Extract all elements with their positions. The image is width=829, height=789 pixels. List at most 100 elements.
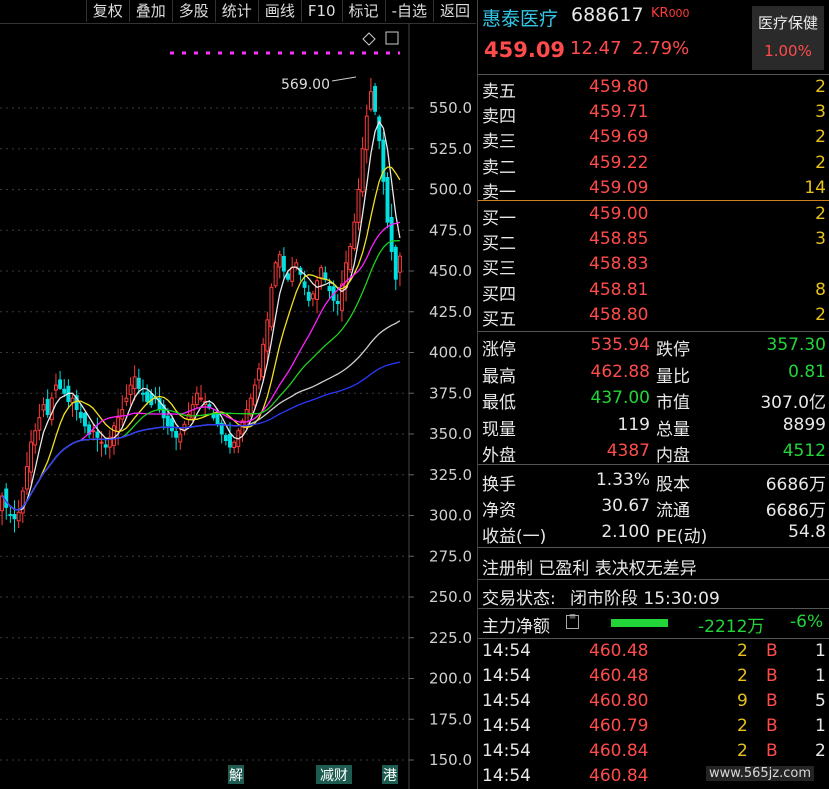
stat-value: 119	[617, 414, 650, 435]
book-volume: 3	[815, 229, 826, 250]
y-tick-label: 550.0	[429, 99, 472, 117]
window-icon[interactable]	[385, 31, 399, 45]
stat-label: PE(动)	[656, 527, 708, 547]
toolbar-button-4[interactable]: 画线	[257, 0, 301, 22]
tick-time: 14:54	[482, 666, 531, 686]
candle-body	[319, 267, 324, 279]
candle-body	[170, 418, 174, 432]
stat-label: 内盘	[656, 446, 690, 466]
book-mid-line	[478, 200, 829, 201]
ma-line-30	[1, 239, 400, 511]
book-volume: 2	[815, 127, 826, 148]
last-price: 459.09	[484, 38, 566, 62]
main-flow: 主力净额 ≡ -2212万 -6%	[482, 612, 824, 637]
candle-body	[368, 91, 373, 110]
ma-line-10	[1, 166, 401, 511]
stat-label: 外盘	[482, 446, 516, 466]
book-price: 459.80	[589, 77, 649, 97]
candle-body	[257, 368, 261, 381]
high-price-label: 569.00	[281, 77, 330, 93]
tick-price: 460.79	[589, 716, 649, 736]
quote-panel: 惠泰医疗 688617 KR000 459.09 12.47 2.79% 医疗保…	[477, 0, 829, 789]
toolbar-button-7[interactable]: -自选	[384, 0, 433, 22]
candle-body	[265, 319, 270, 352]
stat-value: 8899	[782, 414, 826, 435]
candle-body	[302, 281, 307, 288]
stock-name[interactable]: 惠泰医疗	[482, 4, 558, 31]
event-badge[interactable]: 解	[229, 768, 243, 784]
book-label: 卖二	[482, 157, 516, 178]
y-tick-label: 225.0	[429, 629, 472, 647]
stat-label: 跌停	[656, 340, 690, 360]
sector-pct: 1.00%	[764, 42, 812, 60]
stat-label: 量比	[656, 366, 690, 387]
book-label: 买一	[482, 209, 516, 229]
candle-body	[145, 391, 150, 402]
stat-label: 现量	[482, 419, 516, 440]
kline-chart[interactable]: 550.0 525.0 500.0 475.0 450.0 425.0 400.0 375.0…	[0, 24, 476, 789]
tick-time: 14:54	[482, 716, 531, 736]
candle-body	[232, 441, 237, 448]
tick-time: 14:54	[482, 766, 531, 786]
toolbar-button-5[interactable]: F10	[300, 0, 342, 22]
candle-body	[277, 254, 282, 268]
stat-value: 30.67	[601, 496, 650, 516]
tick-count: 1	[815, 716, 826, 736]
toolbar-button-6[interactable]: 标记	[341, 0, 385, 22]
book-price: 459.71	[589, 102, 649, 123]
candle-body	[215, 412, 220, 425]
stat-label: 流通	[656, 501, 690, 521]
candle-body	[248, 397, 253, 416]
tick-count: 1	[815, 641, 826, 661]
y-tick-label: 450.0	[429, 262, 472, 280]
candle-body	[116, 417, 121, 432]
candle-body	[83, 412, 87, 427]
candle-body	[223, 435, 228, 442]
stat-value: 6686万	[765, 501, 826, 521]
stat-label: 收益(一)	[482, 527, 547, 547]
stat-value: 2.100	[601, 522, 650, 542]
candle-body	[53, 384, 58, 391]
tick-volume: 2	[737, 716, 748, 736]
candle-body	[373, 86, 378, 112]
y-tick-label: 300.0	[429, 507, 472, 525]
y-tick-label: 525.0	[429, 140, 472, 158]
stat-value: 54.8	[788, 522, 826, 542]
candle-body	[344, 262, 349, 289]
candle-body	[174, 431, 179, 438]
candle-body	[124, 397, 129, 403]
candle-body	[211, 413, 216, 419]
candle-body	[112, 425, 116, 446]
stat-value: 4387	[606, 441, 650, 461]
candle-body	[165, 415, 170, 427]
toolbar-button-0[interactable]: 复权	[85, 0, 129, 22]
sector-box[interactable]: 医疗保健 1.00%	[752, 6, 824, 70]
stat-value: 437.00	[590, 388, 650, 408]
kline-chart-area[interactable]: 复权 叠加 多股 统计 画线 F10 标记 -自选 返回 550.0 525.0 500.0 475.…	[0, 0, 476, 789]
diamond-icon[interactable]	[362, 32, 376, 46]
book-price: 459.22	[589, 152, 649, 173]
book-label: 卖四	[482, 107, 516, 128]
candle-body	[16, 511, 21, 522]
toolbar-button-1[interactable]: 叠加	[128, 0, 172, 22]
candle-body	[58, 379, 63, 389]
toolbar-button-2[interactable]: 多股	[171, 0, 215, 22]
event-badge[interactable]: 港	[383, 768, 397, 784]
list-icon[interactable]: ≡	[566, 613, 579, 629]
stat-label: 净资	[482, 501, 516, 521]
toolbar-button-8[interactable]: 返回	[432, 0, 476, 22]
toolbar-button-3[interactable]: 统计	[214, 0, 258, 22]
candle-body	[132, 376, 137, 390]
candle-body	[290, 267, 295, 282]
book-volume: 3	[815, 102, 826, 123]
stat-value: 462.88	[590, 361, 650, 382]
candle-body	[310, 293, 315, 300]
candle-body	[352, 221, 357, 250]
candle-body	[178, 433, 183, 443]
book-price: 459.69	[589, 127, 649, 148]
y-tick-label: 250.0	[429, 588, 472, 606]
candle-body	[37, 417, 42, 431]
candle-body	[261, 343, 266, 378]
event-badge[interactable]: 减财	[320, 768, 348, 784]
y-tick-label: 500.0	[429, 181, 472, 199]
